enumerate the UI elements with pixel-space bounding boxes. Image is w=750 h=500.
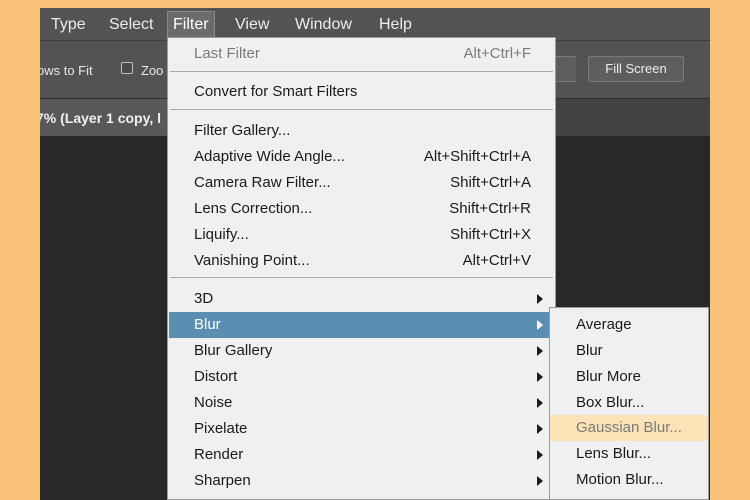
menu-item-noise[interactable]: Noise — [168, 390, 555, 416]
menu-bar: Type Select Filter View Window Help — [40, 8, 710, 40]
menu-type[interactable]: Type — [46, 13, 91, 37]
zoom-all-windows-checkbox[interactable] — [121, 62, 133, 74]
blur-gallery-label: Blur Gallery — [194, 342, 273, 359]
menu-item-pixelate[interactable]: Pixelate — [168, 416, 555, 442]
menu-item-sharpen[interactable]: Sharpen — [168, 468, 555, 494]
menu-item-lens-correction[interactable]: Lens Correction... Shift+Ctrl+R — [168, 196, 555, 222]
resize-windows-label[interactable]: ows to Fit — [40, 63, 93, 78]
lens-blur-label: Lens Blur... — [576, 445, 652, 462]
submenu-arrow-icon — [537, 294, 543, 304]
zoom-all-windows-label: Zoo — [141, 63, 164, 78]
menu-item-blur-gallery[interactable]: Blur Gallery — [168, 338, 555, 364]
submenu-arrow-icon — [537, 398, 543, 408]
menu-item-adaptive-wide-angle[interactable]: Adaptive Wide Angle... Alt+Shift+Ctrl+A — [168, 144, 555, 170]
gaussian-blur-label: Gaussian Blur... — [576, 419, 682, 436]
menu-window[interactable]: Window — [290, 13, 357, 37]
submenu-item-motion-blur[interactable]: Motion Blur... — [550, 467, 708, 493]
last-filter-shortcut: Alt+Ctrl+F — [463, 45, 531, 62]
submenu-item-gaussian-blur[interactable]: Gaussian Blur... — [550, 415, 708, 441]
menu-separator — [170, 109, 553, 110]
3d-label: 3D — [194, 290, 214, 307]
submenu-arrow-icon — [537, 320, 543, 330]
document-tab-title: 7% (Layer 1 copy, l — [40, 110, 162, 126]
pixelate-label: Pixelate — [194, 420, 248, 437]
blur-submenu: Average Blur Blur More Box Blur... Gauss… — [549, 307, 709, 500]
submenu-item-lens-blur[interactable]: Lens Blur... — [550, 441, 708, 467]
motion-blur-label: Motion Blur... — [576, 471, 664, 488]
menu-item-convert-smart-filters[interactable]: Convert for Smart Filters — [168, 79, 555, 105]
blur-more-label: Blur More — [576, 368, 642, 385]
submenu-arrow-icon — [537, 346, 543, 356]
menu-filter[interactable]: Filter — [167, 11, 215, 38]
render-label: Render — [194, 446, 244, 463]
submenu-item-blur-more[interactable]: Blur More — [550, 364, 708, 390]
submenu-arrow-icon — [537, 424, 543, 434]
fill-screen-button[interactable]: Fill Screen — [588, 56, 684, 82]
submenu-item-box-blur[interactable]: Box Blur... — [550, 390, 708, 416]
menu-item-liquify[interactable]: Liquify... Shift+Ctrl+X — [168, 222, 555, 248]
menu-select[interactable]: Select — [104, 13, 158, 37]
menu-item-distort[interactable]: Distort — [168, 364, 555, 390]
distort-label: Distort — [194, 368, 238, 385]
liquify-shortcut: Shift+Ctrl+X — [450, 226, 531, 243]
menu-item-camera-raw-filter[interactable]: Camera Raw Filter... Shift+Ctrl+A — [168, 170, 555, 196]
box-blur-label: Box Blur... — [576, 394, 645, 411]
submenu-arrow-icon — [537, 450, 543, 460]
menu-item-last-filter[interactable]: Last Filter Alt+Ctrl+F — [168, 41, 555, 67]
menu-item-render[interactable]: Render — [168, 442, 555, 468]
convert-smart-filters-label: Convert for Smart Filters — [194, 83, 358, 100]
submenu-arrow-icon — [537, 476, 543, 486]
adaptive-wide-angle-shortcut: Alt+Shift+Ctrl+A — [423, 148, 531, 165]
menu-help[interactable]: Help — [374, 13, 417, 37]
camera-raw-filter-label: Camera Raw Filter... — [194, 174, 331, 191]
vanishing-point-label: Vanishing Point... — [194, 252, 310, 269]
menu-item-vanishing-point[interactable]: Vanishing Point... Alt+Ctrl+V — [168, 248, 555, 274]
vanishing-point-shortcut: Alt+Ctrl+V — [462, 252, 531, 269]
submenu-arrow-icon — [537, 372, 543, 382]
liquify-label: Liquify... — [194, 226, 249, 243]
adaptive-wide-angle-label: Adaptive Wide Angle... — [194, 148, 345, 165]
filter-gallery-label: Filter Gallery... — [194, 122, 291, 139]
sharpen-label: Sharpen — [194, 472, 251, 489]
last-filter-label: Last Filter — [194, 45, 260, 62]
menu-item-filter-gallery[interactable]: Filter Gallery... — [168, 118, 555, 144]
average-label: Average — [576, 316, 632, 333]
menu-item-blur[interactable]: Blur — [169, 312, 554, 338]
blur-label: Blur — [194, 316, 221, 333]
menu-view[interactable]: View — [230, 13, 274, 37]
lens-correction-label: Lens Correction... — [194, 200, 313, 217]
noise-label: Noise — [194, 394, 233, 411]
blur-item-label: Blur — [576, 342, 603, 359]
submenu-item-blur[interactable]: Blur — [550, 338, 708, 364]
submenu-item-average[interactable]: Average — [550, 312, 708, 338]
menu-separator — [170, 71, 553, 72]
camera-raw-filter-shortcut: Shift+Ctrl+A — [450, 174, 531, 191]
lens-correction-shortcut: Shift+Ctrl+R — [449, 200, 531, 217]
menu-item-3d[interactable]: 3D — [168, 286, 555, 312]
menu-separator — [170, 277, 553, 278]
filter-menu: Last Filter Alt+Ctrl+F Convert for Smart… — [167, 37, 556, 500]
